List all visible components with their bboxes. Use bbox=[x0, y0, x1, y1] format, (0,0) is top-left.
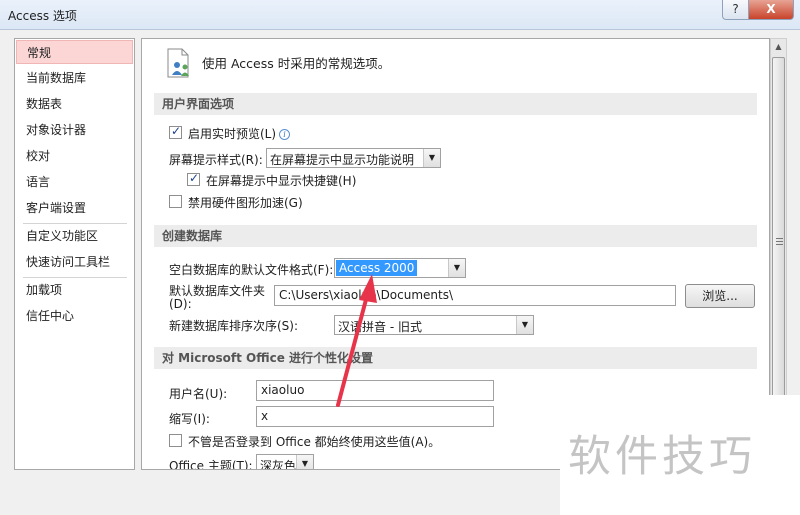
nav-item-customize-ribbon[interactable]: 自定义功能区 bbox=[16, 224, 133, 248]
scrollbar-thumb[interactable] bbox=[772, 57, 785, 397]
section-ui-options: 用户界面选项 bbox=[154, 93, 757, 115]
show-shortcut-keys-label: 在屏幕提示中显示快捷键(H) bbox=[206, 174, 357, 188]
nav-item-current-database[interactable]: 当前数据库 bbox=[16, 66, 133, 90]
always-use-values-label: 不管是否登录到 Office 都始终使用这些值(A)。 bbox=[188, 435, 441, 449]
check-icon: ✓ bbox=[189, 171, 200, 185]
office-theme-label: Office 主题(T): bbox=[169, 459, 253, 470]
info-icon: i bbox=[279, 129, 291, 140]
nav-item-quick-access-toolbar[interactable]: 快速访问工具栏 bbox=[16, 250, 133, 274]
scroll-up-icon[interactable]: ▲ bbox=[771, 39, 786, 54]
live-preview-checkbox[interactable]: ✓ bbox=[169, 124, 182, 139]
disable-hw-acceleration-label: 禁用硬件图形加速(G) bbox=[188, 196, 303, 210]
section-create-databases: 创建数据库 bbox=[154, 225, 757, 247]
window-title: Access 选项 bbox=[8, 9, 77, 23]
grip-icon bbox=[776, 238, 783, 245]
username-input[interactable]: xiaoluo bbox=[256, 380, 494, 401]
options-nav: 常规 当前数据库 数据表 对象设计器 校对 语言 客户端设置 自定义功能区 快速… bbox=[14, 38, 135, 470]
intro-text: 使用 Access 时采用的常规选项。 bbox=[202, 56, 391, 71]
people-settings-icon bbox=[167, 48, 189, 78]
office-theme-dropdown[interactable]: 深灰色 ▼ bbox=[256, 454, 314, 470]
live-preview-label: 启用实时预览(L) bbox=[188, 127, 277, 141]
screentip-style-label: 屏幕提示样式(R): bbox=[169, 153, 263, 167]
watermark-text: 软件技巧 bbox=[568, 432, 756, 482]
nav-item-object-designers[interactable]: 对象设计器 bbox=[16, 118, 133, 142]
screentip-style-value: 在屏幕提示中显示功能说明 bbox=[270, 153, 415, 167]
close-button[interactable]: X bbox=[748, 0, 794, 20]
chevron-down-icon[interactable]: ▼ bbox=[423, 149, 440, 167]
default-file-format-label: 空白数据库的默认文件格式(F): bbox=[169, 263, 334, 277]
username-label: 用户名(U): bbox=[169, 387, 228, 401]
nav-item-datasheet[interactable]: 数据表 bbox=[16, 92, 133, 116]
initials-label: 缩写(I): bbox=[169, 412, 210, 426]
nav-item-add-ins[interactable]: 加载项 bbox=[16, 278, 133, 302]
nav-item-general[interactable]: 常规 bbox=[16, 40, 133, 64]
screentip-style-dropdown[interactable]: 在屏幕提示中显示功能说明 ▼ bbox=[266, 148, 441, 168]
sort-order-value: 汉语拼音 - 旧式 bbox=[338, 320, 422, 334]
office-theme-value: 深灰色 bbox=[260, 459, 297, 470]
live-preview-row: 启用实时预览(L) i bbox=[188, 125, 291, 142]
check-icon: ✓ bbox=[171, 124, 182, 138]
chevron-down-icon[interactable]: ▼ bbox=[448, 259, 465, 277]
always-use-values-checkbox[interactable] bbox=[169, 434, 182, 447]
browse-button[interactable]: 浏览... bbox=[685, 284, 755, 308]
default-file-format-dropdown[interactable]: Access 2000 ▼ bbox=[334, 258, 466, 278]
help-button[interactable]: ? bbox=[722, 0, 749, 20]
nav-item-language[interactable]: 语言 bbox=[16, 170, 133, 194]
show-shortcut-keys-checkbox[interactable]: ✓ bbox=[187, 171, 200, 186]
chevron-down-icon[interactable]: ▼ bbox=[296, 455, 313, 469]
chevron-down-icon[interactable]: ▼ bbox=[516, 316, 533, 334]
default-folder-input[interactable]: C:\Users\xiaoluo\Documents\ bbox=[274, 285, 676, 306]
sort-order-label: 新建数据库排序次序(S): bbox=[169, 319, 299, 333]
initials-input[interactable]: x bbox=[256, 406, 494, 427]
nav-item-proofing[interactable]: 校对 bbox=[16, 144, 133, 168]
nav-item-trust-center[interactable]: 信任中心 bbox=[16, 304, 133, 328]
default-folder-label-line2: (D): bbox=[169, 297, 192, 311]
section-personalize-office: 对 Microsoft Office 进行个性化设置 bbox=[154, 347, 757, 369]
title-bar: Access 选项 ? X bbox=[0, 0, 800, 30]
default-file-format-value: Access 2000 bbox=[336, 260, 418, 276]
disable-hw-acceleration-checkbox[interactable] bbox=[169, 195, 182, 208]
sort-order-dropdown[interactable]: 汉语拼音 - 旧式 ▼ bbox=[334, 315, 534, 335]
nav-item-client-settings[interactable]: 客户端设置 bbox=[16, 196, 133, 220]
